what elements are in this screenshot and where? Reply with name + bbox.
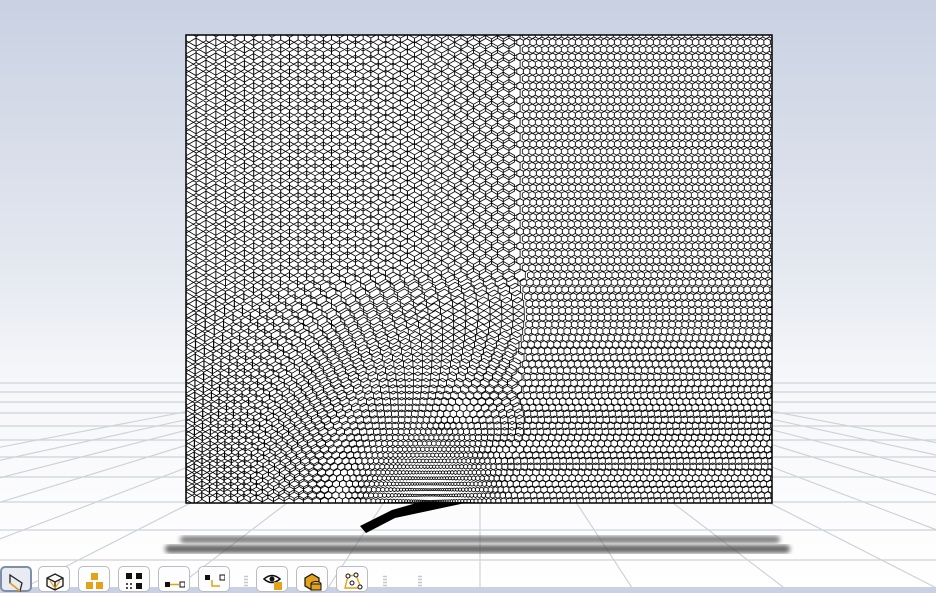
- toolbar-grip-handle[interactable]: [383, 575, 387, 587]
- toolbar-grip-handle[interactable]: [244, 575, 248, 587]
- grid-select-icon: [126, 573, 142, 589]
- toolbar-grip-handle[interactable]: [418, 575, 422, 587]
- wireframe-box-button[interactable]: [38, 566, 70, 592]
- boolean-bodies-button[interactable]: [296, 566, 328, 592]
- network-button[interactable]: [336, 566, 368, 592]
- show-hide-icon: [263, 574, 282, 590]
- select-geometry-icon: [9, 573, 23, 593]
- show-hide-button[interactable]: [256, 566, 288, 592]
- grid-select-button[interactable]: [118, 566, 150, 592]
- wireframe-box-icon: [46, 573, 64, 591]
- bottom-toolbar: [0, 563, 936, 593]
- bodies-button[interactable]: [78, 566, 110, 592]
- mesh-shadow: [165, 536, 790, 553]
- select-geometry-button[interactable]: [0, 566, 32, 593]
- inlet-nozzle: [360, 502, 470, 533]
- connect-nodes-icon: [165, 581, 185, 588]
- bodies-icon: [86, 573, 103, 589]
- connect-nodes-offset-icon: [205, 574, 225, 587]
- connect-nodes-offset-button[interactable]: [198, 566, 230, 592]
- network-icon: [344, 572, 363, 590]
- connect-nodes-button[interactable]: [158, 566, 190, 592]
- graphics-viewport[interactable]: [0, 0, 936, 587]
- boolean-bodies-icon: [304, 573, 322, 591]
